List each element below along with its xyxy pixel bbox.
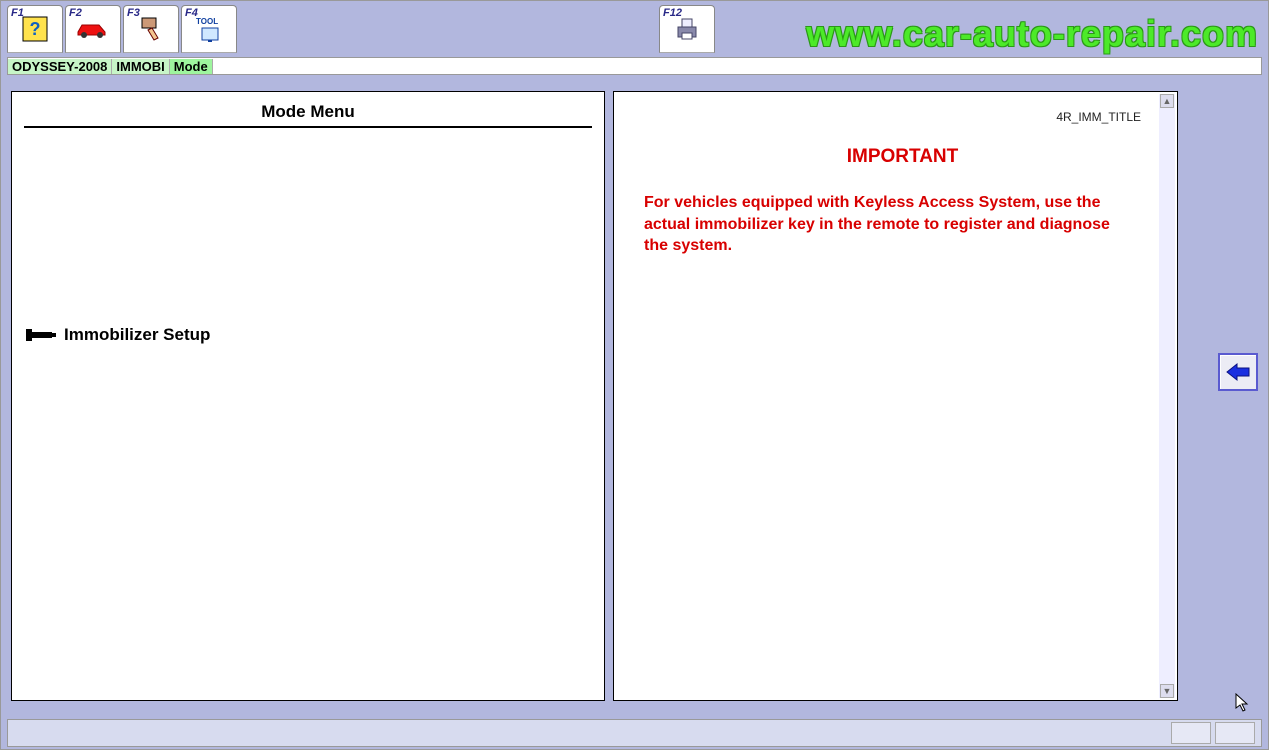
mode-menu-panel: Mode Menu Immobilizer Setup <box>11 91 605 701</box>
title-underline <box>24 126 592 128</box>
main-area: Mode Menu Immobilizer Setup 4R_IMM_TITLE… <box>1 75 1268 703</box>
help-icon: ? <box>21 15 49 43</box>
f4-label: F4 <box>185 7 198 19</box>
printer-icon <box>672 15 702 43</box>
info-scrollbar[interactable]: ▲ ▼ <box>1159 94 1175 698</box>
f12-label: F12 <box>663 7 682 19</box>
toolbar: F1 ? F2 F3 F4 TOOL <box>1 1 1268 57</box>
svg-text:TOOL: TOOL <box>196 17 218 26</box>
info-panel: 4R_IMM_TITLE IMPORTANT For vehicles equi… <box>613 91 1178 701</box>
status-box-1 <box>1171 722 1211 744</box>
f3-label: F3 <box>127 7 140 19</box>
f12-print-button[interactable]: F12 <box>659 5 715 53</box>
f3-ecu-button[interactable]: F3 <box>123 5 179 53</box>
f2-label: F2 <box>69 7 82 19</box>
menu-item-immobilizer-setup[interactable]: Immobilizer Setup <box>24 324 592 346</box>
watermark-text: www.car-auto-repair.com <box>806 13 1258 55</box>
breadcrumb: ODYSSEY-2008 IMMOBI Mode <box>7 57 1262 75</box>
back-button[interactable] <box>1218 353 1258 391</box>
menu-item-label: Immobilizer Setup <box>64 325 210 345</box>
f4-tool-button[interactable]: F4 TOOL <box>181 5 237 53</box>
mode-menu-title: Mode Menu <box>24 100 592 126</box>
arrow-left-icon <box>1225 362 1251 382</box>
f1-label: F1 <box>11 7 24 19</box>
important-heading: IMPORTANT <box>644 146 1161 168</box>
pointing-hand-icon <box>24 324 58 346</box>
status-box-2 <box>1215 722 1255 744</box>
important-body-text: For vehicles equipped with Keyless Acces… <box>644 192 1124 257</box>
breadcrumb-item-mode[interactable]: Mode <box>170 59 213 74</box>
app-root: F1 ? F2 F3 F4 TOOL <box>0 0 1269 750</box>
info-panel-wrap: 4R_IMM_TITLE IMPORTANT For vehicles equi… <box>613 91 1198 701</box>
svg-text:?: ? <box>30 19 41 39</box>
car-icon <box>75 18 111 40</box>
breadcrumb-item-vehicle[interactable]: ODYSSEY-2008 <box>8 59 112 74</box>
scroll-up-button[interactable]: ▲ <box>1160 94 1174 108</box>
status-bar <box>7 719 1262 747</box>
scroll-down-button[interactable]: ▼ <box>1160 684 1174 698</box>
info-code-label: 4R_IMM_TITLE <box>1056 110 1141 124</box>
breadcrumb-item-system[interactable]: IMMOBI <box>112 59 169 74</box>
f2-vehicle-button[interactable]: F2 <box>65 5 121 53</box>
f1-help-button[interactable]: F1 ? <box>7 5 63 53</box>
chip-hand-icon <box>136 14 166 44</box>
